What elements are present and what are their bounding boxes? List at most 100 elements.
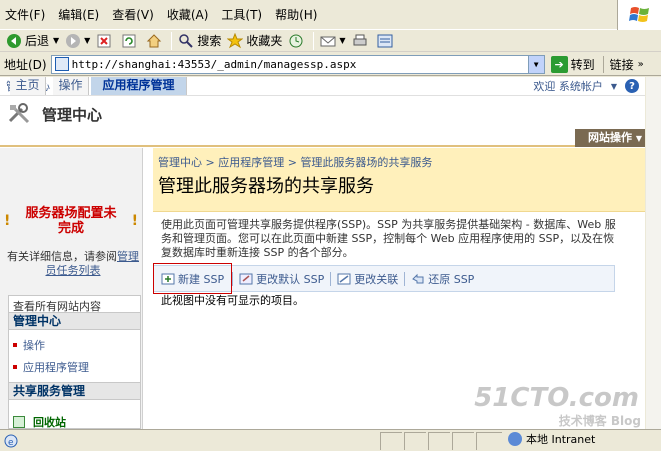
restore-ssp-label: 还原 SSP — [428, 272, 475, 286]
tools-logo-icon — [6, 103, 36, 125]
nav-item-label: 应用程序管理 — [23, 361, 89, 374]
recycle-bin-label: 回收站 — [33, 416, 66, 429]
empty-view-message: 此视图中没有可显示的项目。 — [161, 294, 304, 307]
breadcrumb-separator: > — [205, 156, 219, 169]
breadcrumb-current: 管理此服务器场的共享服务 — [300, 156, 433, 169]
toolbar-separator — [313, 31, 315, 50]
left-nav: ! 服务器场配置未完成 ! 有关详细信息，请参阅管理员任务列表 查看所有网站内容… — [0, 148, 143, 429]
svg-text:e: e — [8, 438, 14, 448]
chevron-down-icon: ▼ — [635, 134, 642, 143]
page-description: 使用此页面可管理共享服务提供程序(SSP)。SSP 为共享服务提供基础架构 - … — [161, 218, 616, 259]
history-icon — [288, 33, 304, 49]
address-bar: 地址(D) http://shanghai:43553/_admin/manag… — [0, 53, 661, 76]
chevron-down-icon[interactable]: ▼ — [611, 82, 617, 91]
security-zone: 本地 Intranet — [508, 431, 595, 447]
favorites-button[interactable]: 收藏夹 — [224, 31, 285, 51]
back-label: 后退 — [25, 34, 50, 48]
breadcrumb-app-management[interactable]: 应用程序管理 — [218, 156, 284, 169]
help-icon[interactable]: ? — [625, 79, 639, 93]
toolbar: 后退 ▼ ▼ 搜索 收藏夹 ▼ — [0, 30, 661, 52]
title-area: 管理中心 > 应用程序管理 > 管理此服务器场的共享服务 管理此服务器场的共享服… — [153, 148, 645, 212]
home-button[interactable] — [143, 31, 168, 51]
detail-prefix: 有关详细信息，请参阅 — [7, 250, 117, 263]
back-button[interactable]: 后退 ▼ — [3, 31, 62, 51]
status-cell — [380, 431, 402, 450]
back-arrow-icon — [6, 33, 22, 49]
config-warning: ! 服务器场配置未完成 ! — [4, 206, 138, 236]
menu-help[interactable]: 帮助(H) — [270, 0, 322, 30]
print-button[interactable] — [349, 31, 374, 51]
menu-tools[interactable]: 工具(T) — [216, 0, 267, 30]
mail-icon — [320, 33, 336, 49]
warning-detail: 有关详细信息，请参阅管理员任务列表 — [6, 250, 140, 278]
tab-operations[interactable]: 操作 — [53, 77, 89, 95]
chevron-down-icon[interactable]: ▼ — [339, 36, 345, 45]
search-button[interactable]: 搜索 — [175, 31, 224, 51]
new-ssp-button[interactable]: 新建 SSP — [153, 263, 233, 294]
windows-logo-icon — [617, 0, 661, 30]
forward-button[interactable]: ▼ — [62, 31, 93, 51]
tab-home[interactable]: 主页 — [10, 77, 46, 95]
nav-item-app-management[interactable]: 应用程序管理 — [13, 359, 89, 375]
menu-file[interactable]: 文件(F) — [0, 0, 50, 30]
chevron-down-icon[interactable]: ▼ — [53, 36, 59, 45]
mail-button[interactable]: ▼ — [317, 31, 348, 51]
restore-icon — [411, 273, 425, 285]
site-actions-label: 网站操作 — [588, 131, 632, 144]
go-arrow-icon: ➔ — [550, 55, 568, 73]
history-button[interactable] — [285, 31, 310, 51]
tab-application-management[interactable]: 应用程序管理 — [91, 77, 187, 95]
status-cell — [428, 431, 450, 450]
nav-section-central-admin[interactable]: 管理中心 — [9, 312, 140, 330]
stop-button[interactable] — [93, 31, 118, 51]
change-association-button[interactable]: 更改关联 — [331, 266, 404, 291]
restore-ssp-button[interactable]: 还原 SSP — [405, 266, 480, 291]
search-label: 搜索 — [197, 34, 222, 48]
recycle-bin-link[interactable]: 回收站 — [13, 414, 66, 429]
breadcrumb-separator: > — [287, 156, 301, 169]
edit-button[interactable] — [374, 31, 399, 51]
global-links: 欢迎 系统帐户 ▼ ? — [533, 78, 645, 94]
refresh-button[interactable] — [118, 31, 143, 51]
address-input[interactable]: http://shanghai:43553/_admin/managessp.a… — [50, 54, 545, 74]
vertical-scrollbar[interactable] — [645, 77, 661, 429]
change-default-ssp-button[interactable]: 更改默认 SSP — [233, 266, 330, 291]
nav-item-operations[interactable]: 操作 — [13, 337, 45, 353]
recycle-bin-icon — [13, 416, 25, 428]
welcome-menu[interactable]: 欢迎 系统帐户 — [533, 78, 603, 94]
new-item-icon — [161, 273, 175, 285]
breadcrumb-central-admin[interactable]: 管理中心 — [158, 156, 202, 169]
menu-edit[interactable]: 编辑(E) — [53, 0, 104, 30]
chevron-down-icon[interactable]: ▼ — [84, 36, 90, 45]
warning-icon: ! — [131, 213, 138, 229]
bullet-icon — [13, 343, 17, 347]
ie-page-icon: e — [4, 434, 18, 448]
watermark-blog: 技术博客 Blog — [558, 414, 641, 428]
chevron-down-icon[interactable]: ▼ — [527, 55, 544, 73]
toolbar-separator — [171, 31, 173, 50]
print-icon — [352, 33, 368, 49]
nav-section-shared-services[interactable]: 共享服务管理 — [9, 382, 140, 400]
status-cell — [404, 431, 426, 450]
action-toolbar: 新建 SSP 更改默认 SSP 更改关联 还原 SSP — [153, 263, 615, 294]
forward-arrow-icon — [65, 33, 81, 49]
search-icon — [178, 33, 194, 49]
chevron-right-icon[interactable]: » — [638, 59, 644, 70]
top-nav-tabs — [0, 129, 645, 147]
site-actions-menu[interactable]: 网站操作 ▼ — [575, 129, 655, 147]
change-association-label: 更改关联 — [354, 272, 399, 286]
favorites-label: 收藏夹 — [246, 34, 283, 48]
menu-view[interactable]: 查看(V) — [107, 0, 159, 30]
links-button[interactable]: 链接 — [602, 55, 634, 73]
menu-favorites[interactable]: 收藏(A) — [162, 0, 214, 30]
home-icon — [146, 33, 162, 49]
breadcrumb: 管理中心 > 应用程序管理 > 管理此服务器场的共享服务 — [158, 154, 432, 170]
quick-launch: 查看所有网站内容 管理中心 操作 应用程序管理 共享服务管理 回收站 — [8, 295, 141, 429]
address-url[interactable]: http://shanghai:43553/_admin/managessp.a… — [72, 58, 357, 71]
go-label: 转到 — [570, 57, 595, 72]
go-button[interactable]: ➔ 转到 — [550, 55, 595, 73]
site-title[interactable]: 管理中心 — [6, 103, 102, 125]
intranet-zone-icon — [508, 432, 522, 446]
warning-text: 服务器场配置未完成 — [25, 206, 117, 236]
page-title: 管理此服务器场的共享服务 — [158, 176, 374, 197]
